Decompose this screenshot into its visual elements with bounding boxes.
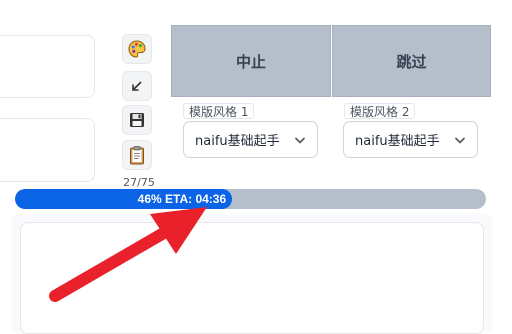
chevron-down-icon [454,137,466,144]
palette-icon [128,40,146,58]
chevron-down-icon [294,137,306,144]
progress-eta-text: 46% ETA: 04:36 [137,192,227,206]
paste-clipboard-button[interactable] [122,140,152,170]
template-style-1-dropdown[interactable]: naifu基础起手 [183,121,318,158]
token-counter: 27/75 [123,176,155,189]
send-arrow-icon [132,81,142,91]
stop-button[interactable]: 中止 [171,25,331,97]
template-style-2-label: 模版风格 2 [344,103,416,119]
send-prompt-button[interactable] [122,71,152,101]
template-style-2-dropdown[interactable]: naifu基础起手 [343,121,478,158]
save-style-button[interactable] [122,105,152,135]
save-icon [130,113,144,127]
stop-button-label: 中止 [235,52,266,71]
output-area [20,222,484,334]
template-style-2-value: naifu基础起手 [355,134,440,149]
clipboard-icon [130,146,144,165]
progress-bar: 46% ETA: 04:36 [15,189,486,209]
prompt-textbox[interactable] [0,35,95,98]
template-style-1-value: naifu基础起手 [195,134,280,149]
skip-button[interactable]: 跳过 [332,25,491,97]
negative-prompt-textbox[interactable] [0,118,95,182]
skip-button-label: 跳过 [396,52,427,71]
template-style-1-label: 模版风格 1 [183,103,255,119]
style-palette-button[interactable] [122,34,152,64]
